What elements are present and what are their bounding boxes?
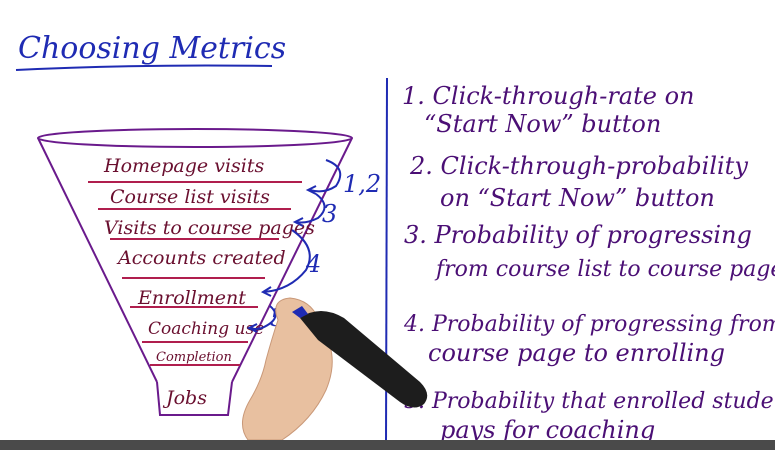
metric-4-line-2: course page to enrolling — [428, 339, 725, 367]
metric-2-line-2: on “Start Now” button — [440, 184, 715, 212]
metric-3-line-1: 3. Probability of progressing — [404, 221, 752, 249]
metric-5-line-1: 5. Probability that enrolled student — [404, 389, 775, 414]
funnel-stage-label: Coaching use — [148, 319, 264, 339]
funnel-stage-label: Completion — [156, 350, 232, 365]
funnel-stage-label: Enrollment — [137, 287, 246, 309]
metric-1-line-2: “Start Now” button — [424, 110, 661, 138]
funnel-stage-label: Homepage visits — [103, 155, 264, 177]
arrow-label: 1,2 — [343, 170, 381, 198]
funnel-stage-label: Accounts created — [116, 247, 286, 269]
funnel-stage-label: Jobs — [162, 387, 207, 409]
page-title: Choosing Metrics — [18, 31, 286, 66]
funnel-stage-label: Visits to course pages — [104, 217, 315, 239]
arrow-label: 4 — [305, 250, 321, 278]
metrics-list: 1. Click-through-rate on “Start Now” but… — [402, 82, 775, 444]
metric-4-line-1: 4. Probability of progressing from — [403, 312, 775, 337]
metric-3-line-2: from course list to course page — [434, 257, 775, 282]
metric-1-line-1: 1. Click-through-rate on — [402, 82, 695, 110]
whiteboard: Choosing Metrics Homepage visits Course … — [15, 31, 775, 446]
video-player-bar[interactable] — [0, 440, 775, 450]
metric-2-line-1: 2. Click-through-probability — [409, 152, 748, 180]
funnel-stage-label: Course list visits — [110, 186, 270, 208]
title-underline — [15, 64, 273, 71]
funnel-rim — [37, 128, 353, 148]
arrow-label: 3 — [322, 200, 337, 228]
video-frame: Choosing Metrics Homepage visits Course … — [0, 0, 775, 450]
